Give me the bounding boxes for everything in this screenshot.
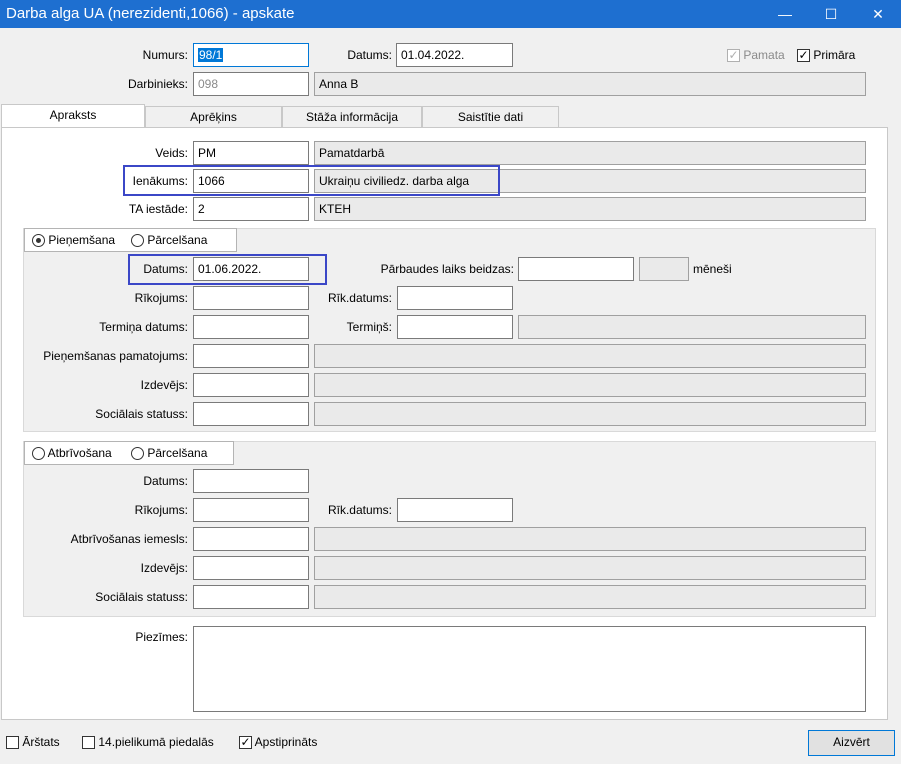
atbr-iemesls-label: Atbrīvošanas iemesls: <box>70 532 188 546</box>
pienemsana-radio[interactable]: Pieņemšana <box>32 229 115 251</box>
piezimes-label: Piezīmes: <box>135 630 188 644</box>
pien-izdevejs-desc-field <box>314 373 866 397</box>
darbinieks-code-field[interactable]: 098 <box>193 72 309 96</box>
pamatojums-label: Pieņemšanas pamatojums: <box>43 349 188 363</box>
apstiprinats-checkbox[interactable]: ✓ Apstiprināts <box>239 731 317 753</box>
termins-label: Termiņš: <box>346 320 392 334</box>
ta-iestade-code-field[interactable]: 2 <box>193 197 309 221</box>
pienemsana-radio-icon <box>32 234 45 248</box>
minimize-icon[interactable]: — <box>762 0 808 28</box>
pamata-check-icon: ✓ <box>727 48 740 63</box>
veids-label: Veids: <box>155 146 188 160</box>
atbrivosana-radio[interactable]: Atbrīvošana <box>32 442 112 464</box>
arstats-checkbox[interactable]: Ārštats <box>6 731 60 753</box>
atbr-izdevejs-code-field[interactable] <box>193 556 309 580</box>
pien-rik-datums-field[interactable] <box>397 286 513 310</box>
menesi-field <box>639 257 689 281</box>
window-title: Darba alga UA (nerezidenti,1066) - apska… <box>6 5 295 22</box>
pamata-checkbox[interactable]: ✓ Pamata <box>727 44 785 66</box>
pienemsana-radio-label: Pieņemšana <box>48 233 116 247</box>
atbr-rik-datums-field[interactable] <box>397 498 513 522</box>
atbrivosana-mode-selector: Atbrīvošana Pārcelšana <box>24 441 234 465</box>
pien-rikojums-field[interactable] <box>193 286 309 310</box>
pielikums-check-icon <box>82 736 95 750</box>
atbr-parcelsana-radio[interactable]: Pārcelšana <box>131 442 207 464</box>
datums-label: Datums: <box>347 48 392 62</box>
ta-iestade-name-field: KTEH <box>314 197 866 221</box>
atbr-socialais-desc-field <box>314 585 866 609</box>
numurs-field[interactable]: 98/1 <box>193 43 309 67</box>
arstats-label: Ārštats <box>22 735 60 749</box>
maximize-icon[interactable]: ☐ <box>808 0 854 28</box>
title-bar: Darba alga UA (nerezidenti,1066) - apska… <box>0 0 901 28</box>
atbr-rikojums-field[interactable] <box>193 498 309 522</box>
pamatojums-desc-field <box>314 344 866 368</box>
parcelsana-radio[interactable]: Pārcelšana <box>131 229 207 251</box>
atbr-datums-label: Datums: <box>143 474 188 488</box>
primara-checkbox[interactable]: ✓ Primāra <box>797 44 855 66</box>
atbr-izdevejs-desc-field <box>314 556 866 580</box>
parbaudes-field[interactable] <box>518 257 634 281</box>
pielikums-label: 14.pielikumā piedalās <box>98 735 214 749</box>
termina-datums-label: Termiņa datums: <box>99 320 188 334</box>
tab-staza-informacija[interactable]: Stāža informācija <box>282 106 422 128</box>
atbr-iemesls-desc-field <box>314 527 866 551</box>
pien-rik-datums-label: Rīk.datums: <box>327 291 392 305</box>
ienakums-highlight-box <box>123 165 500 196</box>
numurs-label: Numurs: <box>142 48 188 62</box>
parcelsana-radio-label: Pārcelšana <box>147 233 208 247</box>
numurs-value: 98/1 <box>198 48 224 62</box>
atbr-parcelsana-radio-icon <box>131 447 144 461</box>
atbrivosana-radio-icon <box>32 447 45 461</box>
veids-name-field: Pamatdarbā <box>314 141 866 165</box>
pien-socialais-code-field[interactable] <box>193 402 309 426</box>
pien-socialais-label: Sociālais statuss: <box>95 407 188 421</box>
darbinieks-label: Darbinieks: <box>127 77 188 91</box>
atbr-rikojums-label: Rīkojums: <box>134 503 188 517</box>
atbr-parcelsana-radio-label: Pārcelšana <box>147 446 208 460</box>
termina-datums-field[interactable] <box>193 315 309 339</box>
tab-apraksts[interactable]: Apraksts <box>1 104 145 128</box>
atbr-izdevejs-label: Izdevējs: <box>140 561 188 575</box>
tab-saistitie-dati[interactable]: Saistītie dati <box>422 106 559 128</box>
parcelsana-radio-icon <box>131 234 144 248</box>
close-icon[interactable]: ✕ <box>855 0 901 28</box>
atbr-rik-datums-label: Rīk.datums: <box>327 503 392 517</box>
darbinieks-name-field: Anna B <box>314 72 866 96</box>
pien-izdevejs-code-field[interactable] <box>193 373 309 397</box>
atbr-socialais-label: Sociālais statuss: <box>95 590 188 604</box>
pien-rikojums-label: Rīkojums: <box>134 291 188 305</box>
apstiprinats-check-icon: ✓ <box>239 735 252 750</box>
menesi-label: mēneši <box>693 262 732 276</box>
pamatojums-code-field[interactable] <box>193 344 309 368</box>
primara-label: Primāra <box>813 48 856 62</box>
ta-iestade-label: TA iestāde: <box>128 202 188 216</box>
atbrivosana-radio-label: Atbrīvošana <box>47 446 112 460</box>
veids-code-field[interactable]: PM <box>193 141 309 165</box>
pien-izdevejs-label: Izdevējs: <box>140 378 188 392</box>
tab-aprekins[interactable]: Aprēķins <box>145 106 282 128</box>
termins-desc-field <box>518 315 866 339</box>
pien-socialais-desc-field <box>314 402 866 426</box>
datums-field[interactable]: 01.04.2022. <box>396 43 513 67</box>
pamata-label: Pamata <box>743 48 785 62</box>
close-button[interactable]: Aizvērt <box>808 730 895 756</box>
termins-field[interactable] <box>397 315 513 339</box>
piezimes-textarea[interactable] <box>193 626 866 712</box>
primara-check-icon: ✓ <box>797 48 810 63</box>
pienemsana-mode-selector: Pieņemšana Pārcelšana <box>24 228 237 252</box>
atbr-iemesls-code-field[interactable] <box>193 527 309 551</box>
pielikums-checkbox[interactable]: 14.pielikumā piedalās <box>82 731 214 753</box>
pien-datums-highlight-box <box>128 254 327 285</box>
atbr-datums-field[interactable] <box>193 469 309 493</box>
apstiprinats-label: Apstiprināts <box>254 735 318 749</box>
arstats-check-icon <box>6 736 19 750</box>
parbaudes-label: Pārbaudes laiks beidzas: <box>380 262 514 276</box>
atbr-socialais-code-field[interactable] <box>193 585 309 609</box>
